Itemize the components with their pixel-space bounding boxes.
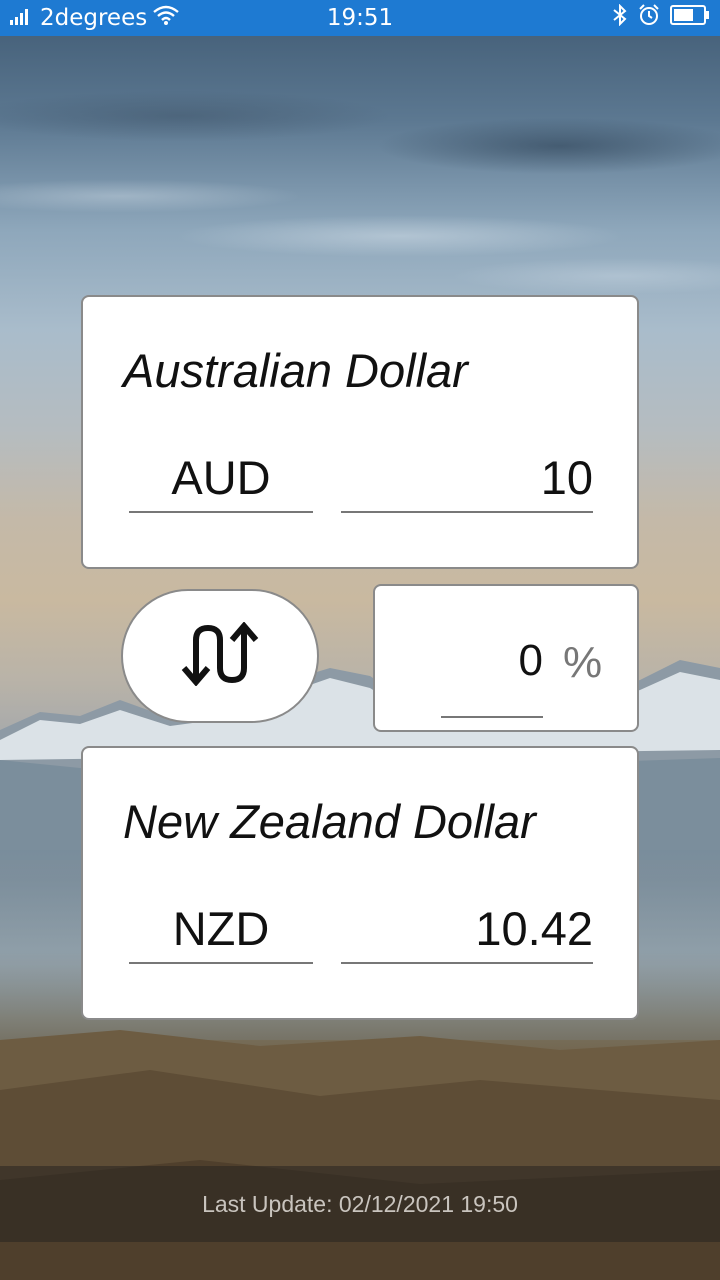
status-right bbox=[612, 3, 710, 32]
last-update-footer: Last Update: 02/12/2021 19:50 bbox=[0, 1166, 720, 1242]
to-currency-code-field[interactable]: NZD bbox=[129, 894, 313, 964]
from-currency-name[interactable]: Australian Dollar bbox=[123, 343, 468, 398]
from-currency-card: Australian Dollar AUD 10 bbox=[81, 295, 639, 569]
swap-button[interactable] bbox=[121, 589, 319, 723]
to-amount-input[interactable]: 10.42 bbox=[341, 894, 593, 964]
status-bar: 2degrees 19:51 bbox=[0, 0, 720, 36]
to-currency-card: New Zealand Dollar NZD 10.42 bbox=[81, 746, 639, 1020]
to-currency-name[interactable]: New Zealand Dollar bbox=[123, 794, 536, 849]
from-currency-code-field[interactable]: AUD bbox=[129, 443, 313, 513]
fee-percent-input[interactable]: 0 bbox=[441, 626, 543, 718]
percent-sign-label: % bbox=[563, 638, 603, 687]
app-screen: 2degrees 19:51 Australian Dollar AUD 10 … bbox=[0, 0, 720, 1280]
swap-arrows-icon bbox=[180, 620, 260, 691]
bluetooth-icon bbox=[612, 3, 628, 32]
battery-icon bbox=[670, 5, 710, 31]
fee-percent-card: 0 % bbox=[373, 584, 639, 732]
from-amount-input[interactable]: 10 bbox=[341, 443, 593, 513]
alarm-icon bbox=[638, 4, 660, 32]
